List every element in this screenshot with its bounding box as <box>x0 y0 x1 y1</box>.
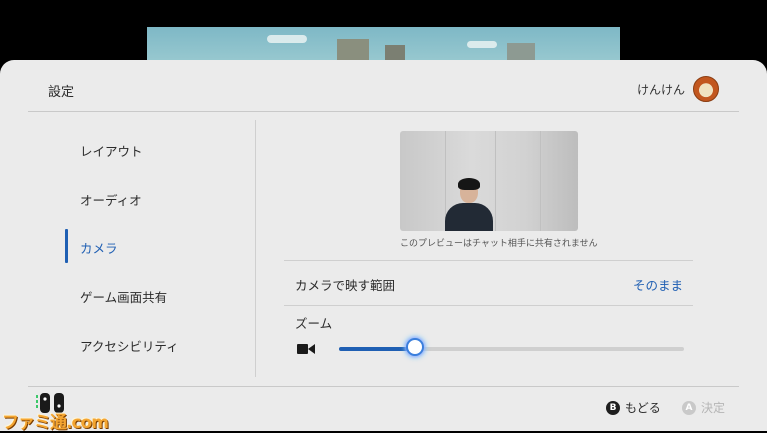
zoom-slider[interactable] <box>339 338 684 356</box>
camera-preview <box>400 131 578 231</box>
settings-panel: 設定 けんけん レイアウト オーディオ カメラ ゲーム画面共有 アクセシビリティ… <box>0 60 767 433</box>
confirm-button[interactable]: A 決定 <box>682 399 725 416</box>
user-name: けんけん <box>636 82 685 97</box>
header-divider <box>28 111 739 112</box>
confirm-label: 決定 <box>701 401 726 415</box>
sidebar-item-audio[interactable]: オーディオ <box>80 190 142 209</box>
preview-caption: このプレビューはチャット相手に共有されません <box>400 239 598 249</box>
b-button-icon: B <box>606 400 620 415</box>
user-info: けんけん <box>637 76 719 102</box>
sidebar-item-camera[interactable]: カメラ <box>80 238 118 257</box>
active-indicator <box>65 229 68 263</box>
sidebar-item-layout[interactable]: レイアウト <box>80 141 143 160</box>
back-button[interactable]: B もどる <box>606 399 661 416</box>
back-label: もどる <box>625 401 661 415</box>
watermark-logo: ファミ通.com <box>2 413 109 433</box>
avatar[interactable] <box>693 76 719 102</box>
footer-divider <box>28 386 739 387</box>
row-divider <box>284 305 693 306</box>
sidebar-divider <box>255 120 256 377</box>
zoom-slider-thumb[interactable] <box>405 338 424 356</box>
a-button-icon: A <box>682 400 696 415</box>
zoom-label: ズーム <box>295 316 333 331</box>
sidebar-item-accessibility[interactable]: アクセシビリティ <box>80 336 179 355</box>
camera-range-value[interactable]: そのまま <box>633 275 683 294</box>
sidebar-item-game-screen-share[interactable]: ゲーム画面共有 <box>80 287 167 306</box>
video-camera-icon <box>297 344 315 354</box>
camera-range-label[interactable]: カメラで映す範囲 <box>295 275 395 294</box>
page-title: 設定 <box>48 85 75 100</box>
zoom-slider-fill <box>339 347 415 351</box>
row-divider <box>284 260 693 261</box>
